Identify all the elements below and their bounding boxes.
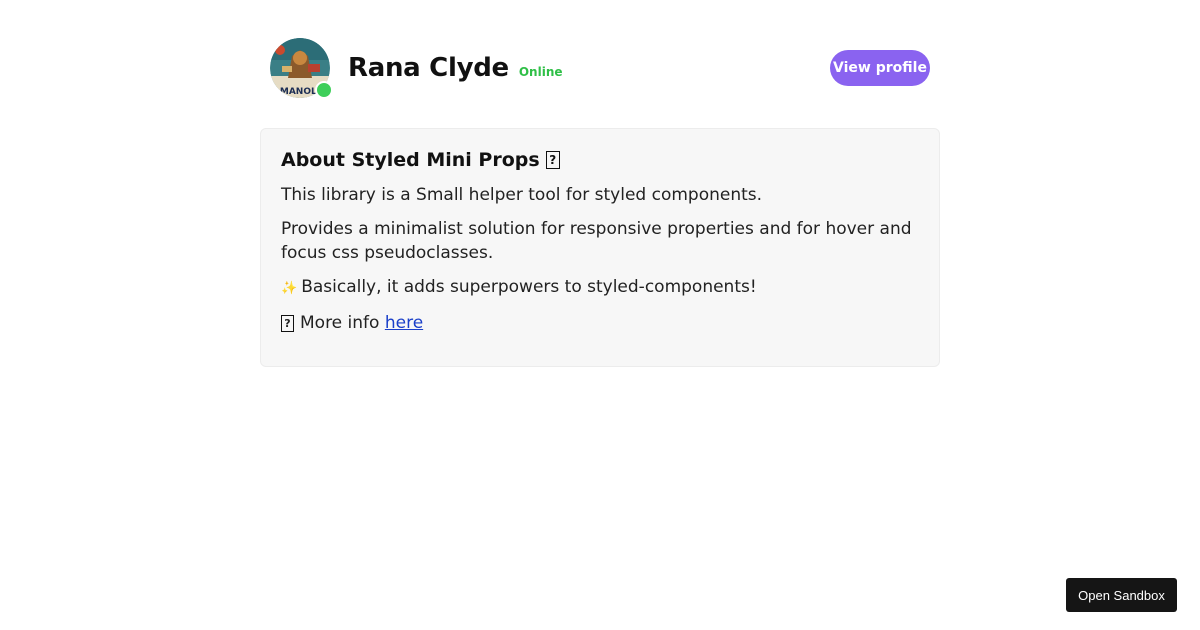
- about-card: About Styled Mini Props This library is …: [260, 128, 940, 367]
- missing-glyph-icon: [545, 151, 560, 169]
- status-badge: Online: [518, 65, 563, 79]
- avatar[interactable]: MANOLI: [270, 38, 333, 99]
- more-info-link[interactable]: here: [385, 313, 423, 333]
- view-profile-button[interactable]: View profile: [830, 50, 930, 86]
- about-line-1: This library is a Small helper tool for …: [281, 185, 763, 205]
- user-name: Rana Clyde: [348, 53, 509, 83]
- online-status-dot: [315, 81, 333, 99]
- about-line-4: More info here: [281, 311, 919, 335]
- missing-glyph-icon: [281, 314, 294, 332]
- about-line-3: ✨ Basically, it adds superpowers to style…: [281, 277, 757, 297]
- about-line-2: Provides a minimalist solution for respo…: [281, 219, 912, 263]
- open-sandbox-button[interactable]: Open Sandbox: [1066, 578, 1177, 612]
- sparkles-icon: ✨: [281, 281, 298, 296]
- about-title: About Styled Mini Props: [281, 149, 919, 171]
- profile-header: MANOLI Rana Clyde Online View profile: [270, 38, 930, 99]
